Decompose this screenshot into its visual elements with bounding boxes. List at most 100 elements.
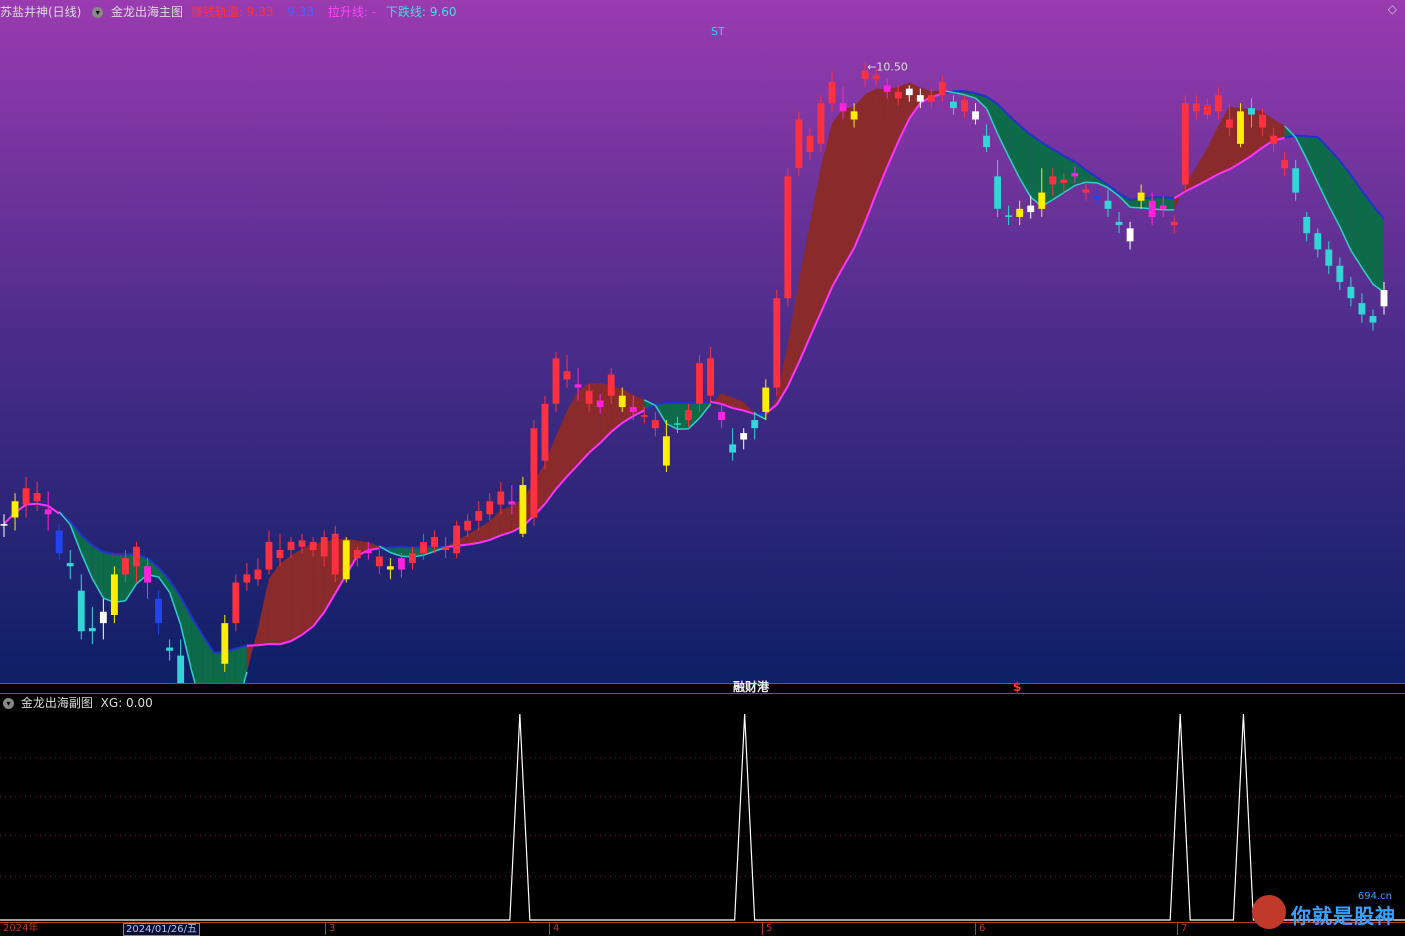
candle-body (818, 103, 825, 144)
indicator-name[interactable]: 金龙出海主图 (111, 5, 183, 19)
sub-collapse-icon[interactable]: ▾ (3, 698, 14, 709)
watermark-logo-icon (1252, 895, 1286, 929)
main-chart-svg[interactable]: ←10.50←6.86ST (0, 0, 1405, 683)
candle-body (950, 102, 957, 108)
sub-chart-svg[interactable] (0, 694, 1405, 922)
candle-body (773, 298, 780, 387)
sub-indicator-name[interactable]: 金龙出海副图 (21, 696, 93, 710)
candle (1182, 95, 1189, 192)
candle-body (232, 583, 239, 624)
candle-body (1215, 95, 1222, 111)
candle (343, 537, 350, 582)
candle-body (12, 501, 19, 517)
candle-body (1038, 193, 1045, 209)
stock-name: 苏盐井神(日线) (0, 5, 81, 19)
candle-body (67, 563, 74, 566)
candle-body (1138, 193, 1145, 201)
candle-body (1358, 303, 1365, 314)
candle (696, 355, 703, 412)
candle (795, 111, 802, 176)
candle-body (519, 485, 526, 534)
candle-body (497, 492, 504, 505)
candle-body (685, 410, 692, 420)
st-marker-label: ST (711, 25, 725, 38)
watermark-text: 你就是股神 (1291, 900, 1396, 929)
falling-band-segment (1053, 149, 1064, 200)
sub-chart-panel[interactable]: ▾ 金龙出海副图 XG: 0.00 (0, 694, 1405, 922)
candle-body (1027, 206, 1034, 212)
main-chart-panel[interactable]: ←10.50←6.86ST 苏盐井神(日线) ▾ 金龙出海主图 赚钱轨道: 9.… (0, 0, 1405, 683)
support-line-segment (1307, 136, 1318, 137)
candle-body (122, 558, 129, 574)
candle-body (729, 444, 736, 452)
candle-body (177, 656, 184, 683)
rising-band-segment (291, 549, 302, 641)
candle-body (1381, 290, 1388, 306)
candle-body (1314, 233, 1321, 249)
time-label-year: 2024年 (0, 923, 38, 935)
sub-value: XG: 0.00 (101, 696, 153, 710)
candle-body (133, 547, 140, 566)
candle-body (1049, 176, 1056, 184)
candle-body (1160, 206, 1167, 209)
candle-body (1071, 173, 1078, 176)
candle-body (387, 566, 394, 569)
candle-body (420, 542, 427, 553)
mid-marker-right: $ (1013, 680, 1021, 694)
candle-body (1347, 287, 1354, 298)
candle-body (939, 82, 946, 95)
candle-body (1204, 105, 1211, 115)
candle-body (1325, 249, 1332, 265)
candle-body (895, 92, 902, 98)
candle-body (409, 553, 416, 563)
candle-body (486, 501, 493, 514)
candle-body (365, 550, 372, 553)
candle-body (1005, 215, 1012, 217)
candle-body (1105, 201, 1112, 209)
line-1-value: 9.33 (247, 5, 274, 19)
candle-body (464, 521, 471, 531)
mid-marker-left: 融财港 (733, 680, 769, 694)
candle (553, 352, 560, 412)
candle (232, 574, 239, 631)
candle-body (266, 542, 273, 570)
candle-body (553, 358, 560, 403)
time-label-6: 6 (975, 923, 985, 935)
sub-grid (0, 758, 1405, 877)
expand-diamond-icon[interactable]: ◇ (1388, 2, 1397, 16)
candle-body (343, 540, 350, 579)
candle-body (1116, 222, 1123, 225)
candle-body (1193, 103, 1200, 111)
xg-signal-layer (0, 714, 1405, 920)
candle-body (1127, 228, 1134, 241)
candle-body (100, 612, 107, 623)
candle-body (453, 526, 460, 554)
time-label-3: 3 (325, 923, 335, 935)
candle-body (288, 542, 295, 550)
candle-body (277, 550, 284, 558)
candle-body (674, 423, 681, 425)
time-axis[interactable]: 2024年 2024/01/26/五 3 4 5 6 7 (0, 922, 1405, 936)
candle-body (398, 558, 405, 569)
candle-body (1094, 196, 1101, 199)
candle-body (851, 111, 858, 119)
candle-body (983, 136, 990, 147)
candle (519, 477, 526, 537)
candle-body (332, 534, 339, 575)
collapse-toggle-icon[interactable]: ▾ (92, 7, 103, 18)
candle-body (972, 111, 979, 119)
line-1-label: 赚钱轨道: (191, 5, 243, 19)
line-3-label: 拉升线: (328, 5, 368, 19)
candle-body (663, 436, 670, 465)
rising-band-segment (280, 556, 291, 645)
candle-body (1259, 115, 1266, 128)
candle-body (840, 103, 847, 111)
candle-body (740, 433, 747, 439)
candle-body (1226, 119, 1233, 127)
candle-body (917, 95, 924, 101)
candle-body (1182, 103, 1189, 184)
time-label-5: 5 (762, 923, 772, 935)
watermark: 694.cn 你就是股神 (1250, 891, 1400, 931)
candle-body (652, 420, 659, 428)
high-price-label: ←10.50 (867, 61, 908, 74)
